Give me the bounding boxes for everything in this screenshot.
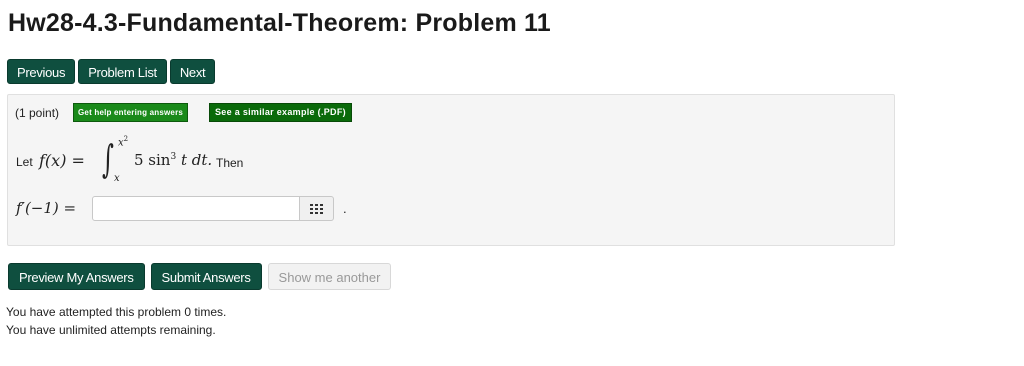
answer-period: . bbox=[343, 201, 347, 216]
points-label: (1 point) bbox=[15, 106, 60, 120]
help-entering-answers-link[interactable]: Get help entering answers bbox=[73, 103, 189, 122]
submit-answers-button[interactable]: Submit Answers bbox=[150, 263, 262, 290]
grid-icon bbox=[309, 203, 323, 214]
then-label: Then bbox=[216, 156, 244, 170]
problem-statement: Let f(x) = ∫ x2 x 5 sin3 t dt. Then bbox=[16, 135, 616, 185]
answer-actions: Preview My Answers Submit Answers Show m… bbox=[8, 263, 392, 290]
let-label: Let bbox=[16, 155, 33, 169]
show-another-button[interactable]: Show me another bbox=[267, 263, 392, 290]
similar-example-link[interactable]: See a similar example (.PDF) bbox=[209, 103, 352, 122]
attempts-text: You have attempted this problem 0 times. bbox=[6, 305, 227, 319]
preview-answers-button[interactable]: Preview My Answers bbox=[8, 263, 145, 290]
upper-limit: x2 bbox=[118, 135, 129, 149]
problem-nav: Previous Problem List Next bbox=[7, 59, 216, 84]
problem-panel: (1 point) Get help entering answers See … bbox=[7, 94, 895, 246]
equation-editor-button[interactable] bbox=[300, 196, 334, 221]
next-button[interactable]: Next bbox=[169, 59, 216, 84]
function-definition: f(x) = bbox=[39, 151, 85, 170]
integral-sign: ∫ bbox=[102, 137, 114, 181]
attempt-status: You have attempted this problem 0 times.… bbox=[6, 303, 226, 339]
answer-input[interactable] bbox=[92, 196, 300, 221]
remaining-text: You have unlimited attempts remaining. bbox=[6, 323, 216, 337]
previous-button[interactable]: Previous bbox=[7, 59, 76, 84]
page-title: Hw28-4.3-Fundamental-Theorem: Problem 11 bbox=[8, 9, 551, 37]
integrand: 5 sin3 t dt. bbox=[134, 151, 213, 169]
derivative-label: f′(−1) = bbox=[16, 199, 77, 217]
problem-list-button[interactable]: Problem List bbox=[78, 59, 167, 84]
lower-limit: x bbox=[114, 173, 120, 184]
